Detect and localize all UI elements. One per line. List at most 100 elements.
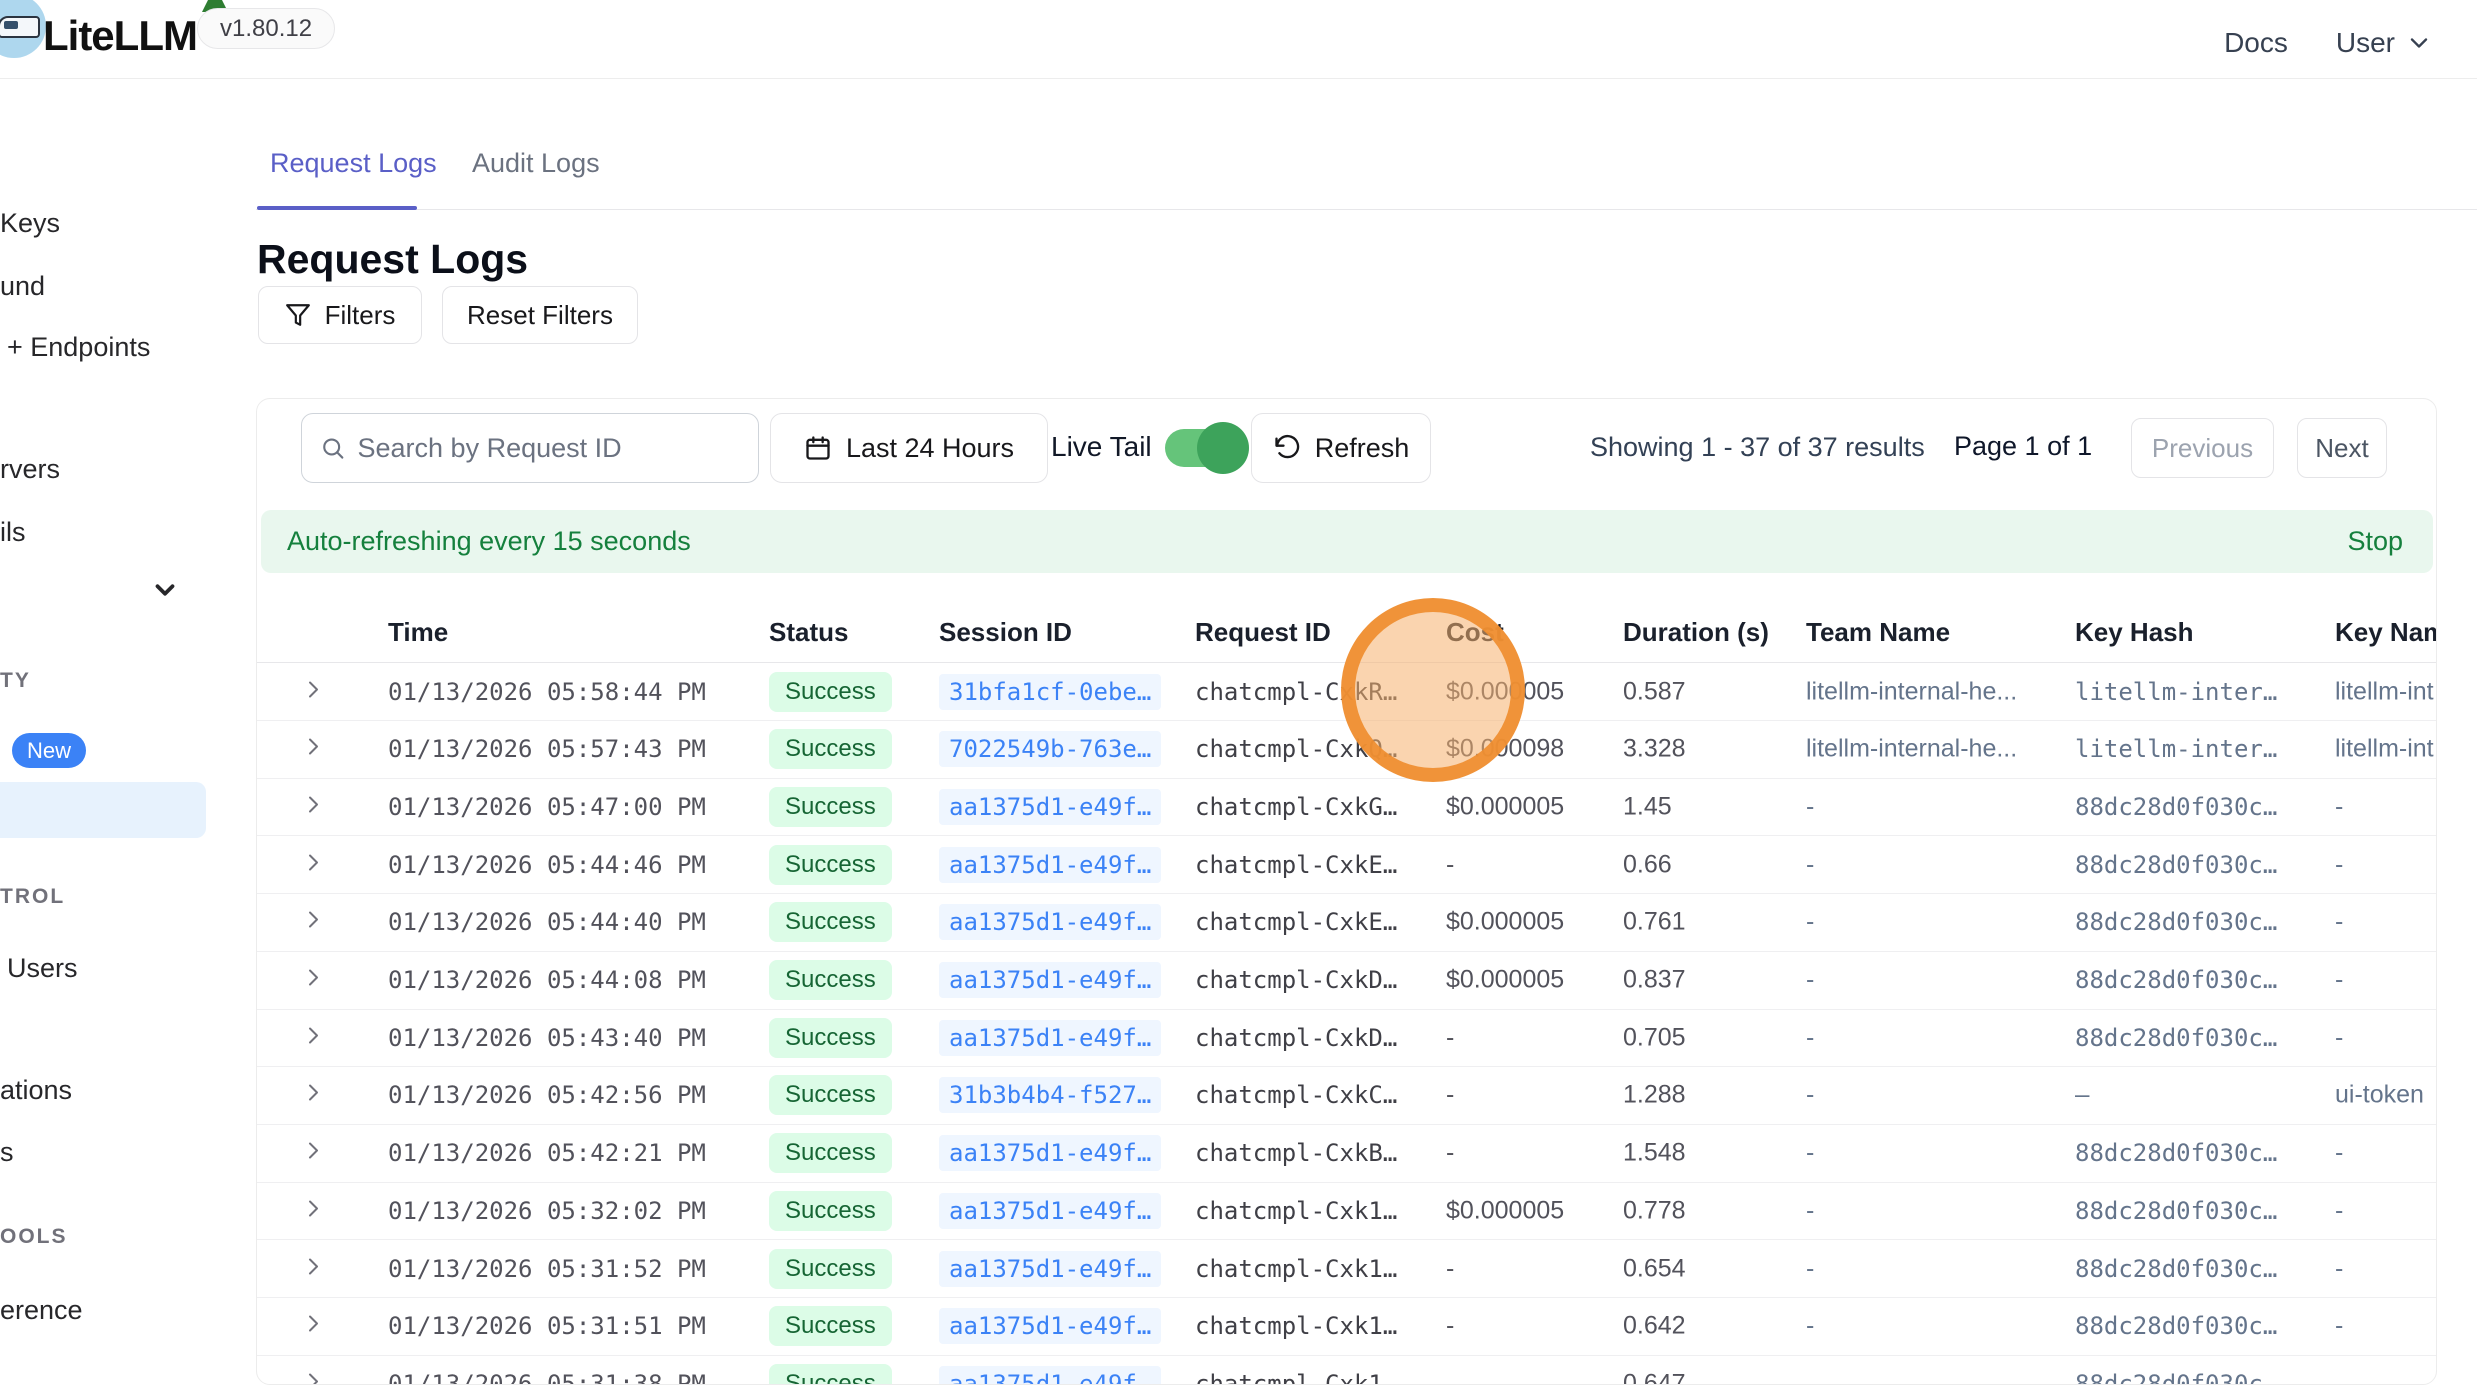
table-row[interactable]: 01/13/2026 05:58:44 PM Success 31bfa1cf-… [257,663,2437,721]
cell-duration: 0.647 [1623,1369,1686,1385]
session-id-link[interactable]: aa1375d1-e49f… [939,904,1161,940]
table-row[interactable]: 01/13/2026 05:44:40 PM Success aa1375d1-… [257,894,2437,952]
sidebar-item-erence[interactable]: erence [0,1295,83,1326]
sidebar-item-ils[interactable]: ils [0,517,26,548]
session-id-link[interactable]: aa1375d1-e49f… [939,962,1161,998]
user-menu[interactable]: User [2336,27,2433,59]
cell-key-name: - [2335,792,2343,821]
session-id-link[interactable]: aa1375d1-e49f… [939,847,1161,883]
expand-row-chevron-icon[interactable] [301,1196,331,1225]
table-row[interactable]: 01/13/2026 05:31:52 PM Success aa1375d1-… [257,1240,2437,1298]
reset-filters-button-label: Reset Filters [467,300,613,331]
table-row[interactable]: 01/13/2026 05:32:02 PM Success aa1375d1-… [257,1182,2437,1240]
cell-team-name: - [1806,1139,1814,1168]
expand-row-chevron-icon[interactable] [301,1312,331,1341]
session-id-link[interactable]: aa1375d1-e49f… [939,1366,1161,1385]
cell-request-id: chatcmpl-Cxk1… [1195,1197,1397,1225]
cell-status: Success [769,845,892,885]
table-row[interactable]: 01/13/2026 05:31:38 PM Success aa1375d1-… [257,1355,2437,1385]
session-id-link[interactable]: 31bfa1cf-0ebe… [939,674,1161,710]
cell-time: 01/13/2026 05:43:40 PM [388,1024,706,1052]
cell-request-id: chatcmpl-CxkR… [1195,678,1397,706]
table-row[interactable]: 01/13/2026 05:57:43 PM Success 7022549b-… [257,721,2437,779]
cell-request-id: chatcmpl-CxkD… [1195,1024,1397,1052]
calendar-icon [804,434,832,462]
time-range-button[interactable]: Last 24 Hours [770,413,1048,483]
sidebar-item-ations[interactable]: ations [0,1075,72,1106]
sidebar-item-selected[interactable] [0,782,206,838]
expand-row-chevron-icon[interactable] [301,735,331,764]
cell-cost: $0.000005 [1446,908,1564,937]
sidebar-item-keys[interactable]: Keys [0,208,60,239]
cell-session: aa1375d1-e49f… [939,1366,1161,1385]
filters-button[interactable]: Filters [258,286,422,344]
expand-row-chevron-icon[interactable] [301,908,331,937]
table-header-row: Time Status Session ID Request ID Cost D… [257,601,2437,663]
cell-key-name: - [2335,1139,2343,1168]
live-tail-toggle[interactable] [1165,429,1241,467]
expand-row-chevron-icon[interactable] [301,1369,331,1385]
table-row[interactable]: 01/13/2026 05:43:40 PM Success aa1375d1-… [257,1009,2437,1067]
cell-team-name: - [1806,1196,1814,1225]
table-row[interactable]: 01/13/2026 05:31:51 PM Success aa1375d1-… [257,1298,2437,1356]
status-badge: Success [769,672,892,712]
table-row[interactable]: 01/13/2026 05:44:08 PM Success aa1375d1-… [257,952,2437,1010]
auto-refresh-text: Auto-refreshing every 15 seconds [287,526,691,557]
cell-duration: 1.288 [1623,1081,1686,1110]
search-input[interactable] [358,433,741,464]
tab-request-logs[interactable]: Request Logs [270,148,437,179]
session-id-link[interactable]: aa1375d1-e49f… [939,1308,1161,1344]
tab-audit-logs[interactable]: Audit Logs [472,148,600,179]
expand-row-chevron-icon[interactable] [301,850,331,879]
cell-request-id: chatcmpl-CxkQ… [1195,735,1397,763]
expand-row-chevron-icon[interactable] [301,792,331,821]
sidebar-item-endpoints[interactable]: + Endpoints [7,332,150,363]
cell-cost: $0.000005 [1446,966,1564,995]
sidebar-nav: Keys und + Endpoints rvers ils TY New TR… [0,79,256,1385]
table-row[interactable]: 01/13/2026 05:42:21 PM Success aa1375d1-… [257,1125,2437,1183]
expand-row-chevron-icon[interactable] [301,1254,331,1283]
sidebar-item-s[interactable]: s [0,1137,14,1168]
cell-session: aa1375d1-e49f… [939,1135,1161,1171]
session-id-link[interactable]: aa1375d1-e49f… [939,1193,1161,1229]
sidebar-item-und[interactable]: und [0,271,45,302]
cell-team-name: - [1806,966,1814,995]
session-id-link[interactable]: aa1375d1-e49f… [939,789,1161,825]
stop-auto-refresh-link[interactable]: Stop [2347,526,2403,557]
session-id-link[interactable]: 31b3b4b4-f527… [939,1077,1161,1113]
cell-status: Success [769,1018,892,1058]
cell-status: Success [769,729,892,769]
session-id-link[interactable]: aa1375d1-e49f… [939,1135,1161,1171]
status-badge: Success [769,845,892,885]
table-row[interactable]: 01/13/2026 05:42:56 PM Success 31b3b4b4-… [257,1067,2437,1125]
expand-row-chevron-icon[interactable] [301,1139,331,1168]
session-id-link[interactable]: aa1375d1-e49f… [939,1251,1161,1287]
status-badge: Success [769,1306,892,1346]
expand-row-chevron-icon[interactable] [301,1023,331,1052]
reset-filters-button[interactable]: Reset Filters [442,286,638,344]
refresh-button[interactable]: Refresh [1251,413,1431,483]
cell-duration: 3.328 [1623,735,1686,764]
brand-title: LiteLLM [43,12,197,60]
new-badge: New [12,733,86,768]
next-page-button[interactable]: Next [2297,418,2387,478]
sidebar-item-users[interactable]: Users [7,953,78,984]
cell-key-name: - [2335,1196,2343,1225]
session-id-link[interactable]: aa1375d1-e49f… [939,1020,1161,1056]
sidebar-item-servers[interactable]: rvers [0,454,60,485]
expand-row-chevron-icon[interactable] [301,1081,331,1110]
sidebar-collapse-chevron-icon[interactable] [150,575,180,605]
cell-key-hash: 88dc28d0f030c… [2075,1024,2277,1052]
column-header-cost: Cost [1446,617,1504,648]
cell-session: aa1375d1-e49f… [939,789,1161,825]
expand-row-chevron-icon[interactable] [301,966,331,995]
table-row[interactable]: 01/13/2026 05:44:46 PM Success aa1375d1-… [257,836,2437,894]
session-id-link[interactable]: 7022549b-763e… [939,731,1161,767]
cell-team-name: litellm-internal-he... [1806,735,2017,764]
expand-row-chevron-icon[interactable] [301,677,331,706]
previous-page-button[interactable]: Previous [2131,418,2274,478]
docs-link[interactable]: Docs [2224,27,2288,59]
cell-request-id: chatcmpl-CxkE… [1195,908,1397,936]
live-tail-label: Live Tail [1051,431,1152,463]
table-row[interactable]: 01/13/2026 05:47:00 PM Success aa1375d1-… [257,778,2437,836]
